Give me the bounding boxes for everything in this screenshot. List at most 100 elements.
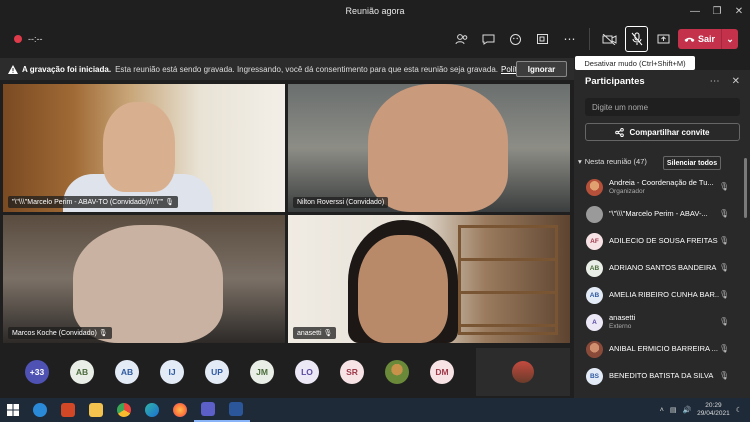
chevron-down-icon: ▾ [578, 157, 582, 166]
people-icon[interactable] [450, 26, 473, 52]
toolbar-divider [589, 28, 590, 50]
mic-off-icon: 🎙 [719, 209, 730, 218]
list-item[interactable]: AB ADRIANO SANTOS BANDEIRA 🎙 [574, 255, 744, 282]
record-dot-icon [14, 35, 22, 43]
network-icon[interactable]: ▤ [670, 406, 677, 414]
more-icon[interactable]: ⋯ [558, 26, 581, 52]
participant-avatar: A [586, 314, 603, 331]
strip-avatar[interactable]: DM [430, 360, 454, 384]
participant-list: Andreia - Coordenação de Tu... Organizado… [574, 174, 744, 390]
chevron-down-icon[interactable]: ⌄ [722, 34, 738, 45]
strip-avatar[interactable]: AB [70, 360, 94, 384]
strip-avatar[interactable]: UP [205, 360, 229, 384]
camera-off-icon[interactable] [598, 26, 621, 52]
volume-icon[interactable]: 🔊 [682, 406, 691, 414]
strip-avatar-photo[interactable] [385, 360, 409, 384]
participant-role: Externo [609, 323, 632, 331]
share-icon[interactable] [652, 26, 675, 52]
mic-off-icon: 🎙 [719, 263, 730, 272]
participant-name: anasetti [609, 314, 636, 323]
notifications-icon[interactable]: ☾ [736, 406, 742, 414]
scrollbar[interactable] [744, 158, 747, 218]
more-icon[interactable]: ⋯ [710, 76, 720, 87]
powerpoint-icon[interactable] [54, 398, 82, 422]
mic-off-icon: 🎙 [719, 371, 730, 380]
mute-tooltip: Desativar mudo (Ctrl+Shift+M) [575, 56, 695, 70]
windows-logo-icon [7, 404, 19, 416]
teams-icon[interactable] [194, 398, 222, 422]
file-explorer-icon[interactable] [82, 398, 110, 422]
participant-name: BENEDITO BATISTA DA SILVA [609, 372, 714, 381]
list-item[interactable]: ANIBAL ERMICIO BARREIRA ... 🎙 [574, 336, 744, 363]
chevron-up-icon[interactable]: ˄ [660, 407, 664, 414]
list-item[interactable]: AF ADILECIO DE SOUSA FREITAS 🎙 [574, 228, 744, 255]
recording-indicator: --:-- [14, 34, 43, 44]
share-invite-button[interactable]: Compartilhar convite [585, 123, 740, 141]
windows-taskbar: ˄ ▤ 🔊 20:29 29/04/2021 ☾ [0, 398, 750, 422]
leave-button[interactable]: Sair ⌄ [678, 29, 738, 49]
video-tile-2[interactable]: Nilton Roverssi (Convidado) [288, 84, 570, 212]
mic-off-icon: 🎙 [719, 236, 730, 245]
more-participants-badge[interactable]: +33 [25, 360, 49, 384]
participant-avatar [586, 179, 603, 196]
participant-video [73, 225, 223, 343]
reactions-icon[interactable] [504, 26, 527, 52]
video-label: anasetti 🎙 [293, 327, 337, 339]
recording-banner: A gravação foi iniciada. Esta reunião es… [0, 58, 574, 80]
participant-name: ADILECIO DE SOUSA FREITAS [609, 237, 718, 246]
participant-role: Organizador [609, 188, 645, 196]
close-icon[interactable]: ✕ [732, 76, 740, 87]
video-tile-1[interactable]: "\"\\\"Marcelo Perim - ABAV-TO (Convidad… [3, 84, 285, 212]
clock[interactable]: 20:29 29/04/2021 [697, 402, 730, 418]
strip-avatar[interactable]: AB [115, 360, 139, 384]
list-item[interactable]: Andreia - Coordenação de Tu... Organizado… [574, 174, 744, 201]
video-tile-3[interactable]: Marcos Koche (Convidado) 🎙 [3, 215, 285, 343]
in-meeting-count: Nesta reunião (47) [584, 157, 647, 166]
participant-avatar: BS [586, 368, 603, 385]
word-icon[interactable] [222, 398, 250, 422]
mic-off-icon[interactable] [625, 26, 648, 52]
list-item[interactable]: BS BENEDITO BATISTA DA SILVA 🎙 [574, 363, 744, 390]
title-bar: Reunião agora — ❐ ✕ [0, 0, 750, 22]
list-item[interactable]: AB AMELIA RIBEIRO CUNHA BAR... 🎙 [574, 282, 744, 309]
participant-name: AMELIA RIBEIRO CUNHA BAR... [609, 291, 719, 300]
edge-icon[interactable] [138, 398, 166, 422]
strip-avatar[interactable]: SR [340, 360, 364, 384]
participant-avatar: AB [586, 260, 603, 277]
chat-icon[interactable] [477, 26, 500, 52]
strip-avatar[interactable]: JM [250, 360, 274, 384]
clock-date: 29/04/2021 [697, 410, 730, 417]
window-title: Reunião agora [345, 6, 405, 16]
meeting-timer: --:-- [28, 34, 43, 44]
participant-avatar: AF [586, 233, 603, 250]
self-view[interactable] [476, 348, 570, 396]
participant-video [358, 235, 448, 343]
mute-all-button[interactable]: Silenciar todos [663, 156, 721, 170]
strip-avatar[interactable]: LO [295, 360, 319, 384]
phone-icon [684, 37, 695, 42]
video-tile-4[interactable]: anasetti 🎙 [288, 215, 570, 343]
minimize-button[interactable]: — [684, 0, 706, 22]
video-label: "\"\\\"Marcelo Perim - ABAV-TO (Convidad… [8, 196, 179, 208]
list-item[interactable]: "\"\\\"Marcelo Perim - ABAV-... 🎙 [574, 201, 744, 228]
close-button[interactable]: ✕ [728, 0, 750, 22]
participants-panel: Participantes ⋯ ✕ Digite um nome Compart… [574, 70, 750, 398]
chrome-icon[interactable] [110, 398, 138, 422]
maximize-button[interactable]: ❐ [706, 0, 728, 22]
participant-avatar [586, 341, 603, 358]
list-item[interactable]: A anasetti Externo 🎙 [574, 309, 744, 336]
edge-legacy-icon[interactable] [26, 398, 54, 422]
strip-avatar[interactable]: IJ [160, 360, 184, 384]
in-meeting-header[interactable]: ▾ Nesta reunião (47) [578, 157, 647, 166]
bookshelf-background [458, 225, 558, 335]
share-icon [615, 127, 625, 137]
video-label: Nilton Roverssi (Convidado) [293, 197, 389, 208]
participant-name: ANIBAL ERMICIO BARREIRA ... [609, 345, 718, 354]
rooms-icon[interactable] [531, 26, 554, 52]
firefox-icon[interactable] [166, 398, 194, 422]
ignore-button[interactable]: Ignorar [516, 61, 567, 77]
leave-label: Sair [698, 34, 716, 44]
mic-off-icon: 🎙 [719, 182, 730, 191]
search-input[interactable]: Digite um nome [585, 98, 740, 116]
windows-start-button[interactable] [0, 398, 26, 422]
